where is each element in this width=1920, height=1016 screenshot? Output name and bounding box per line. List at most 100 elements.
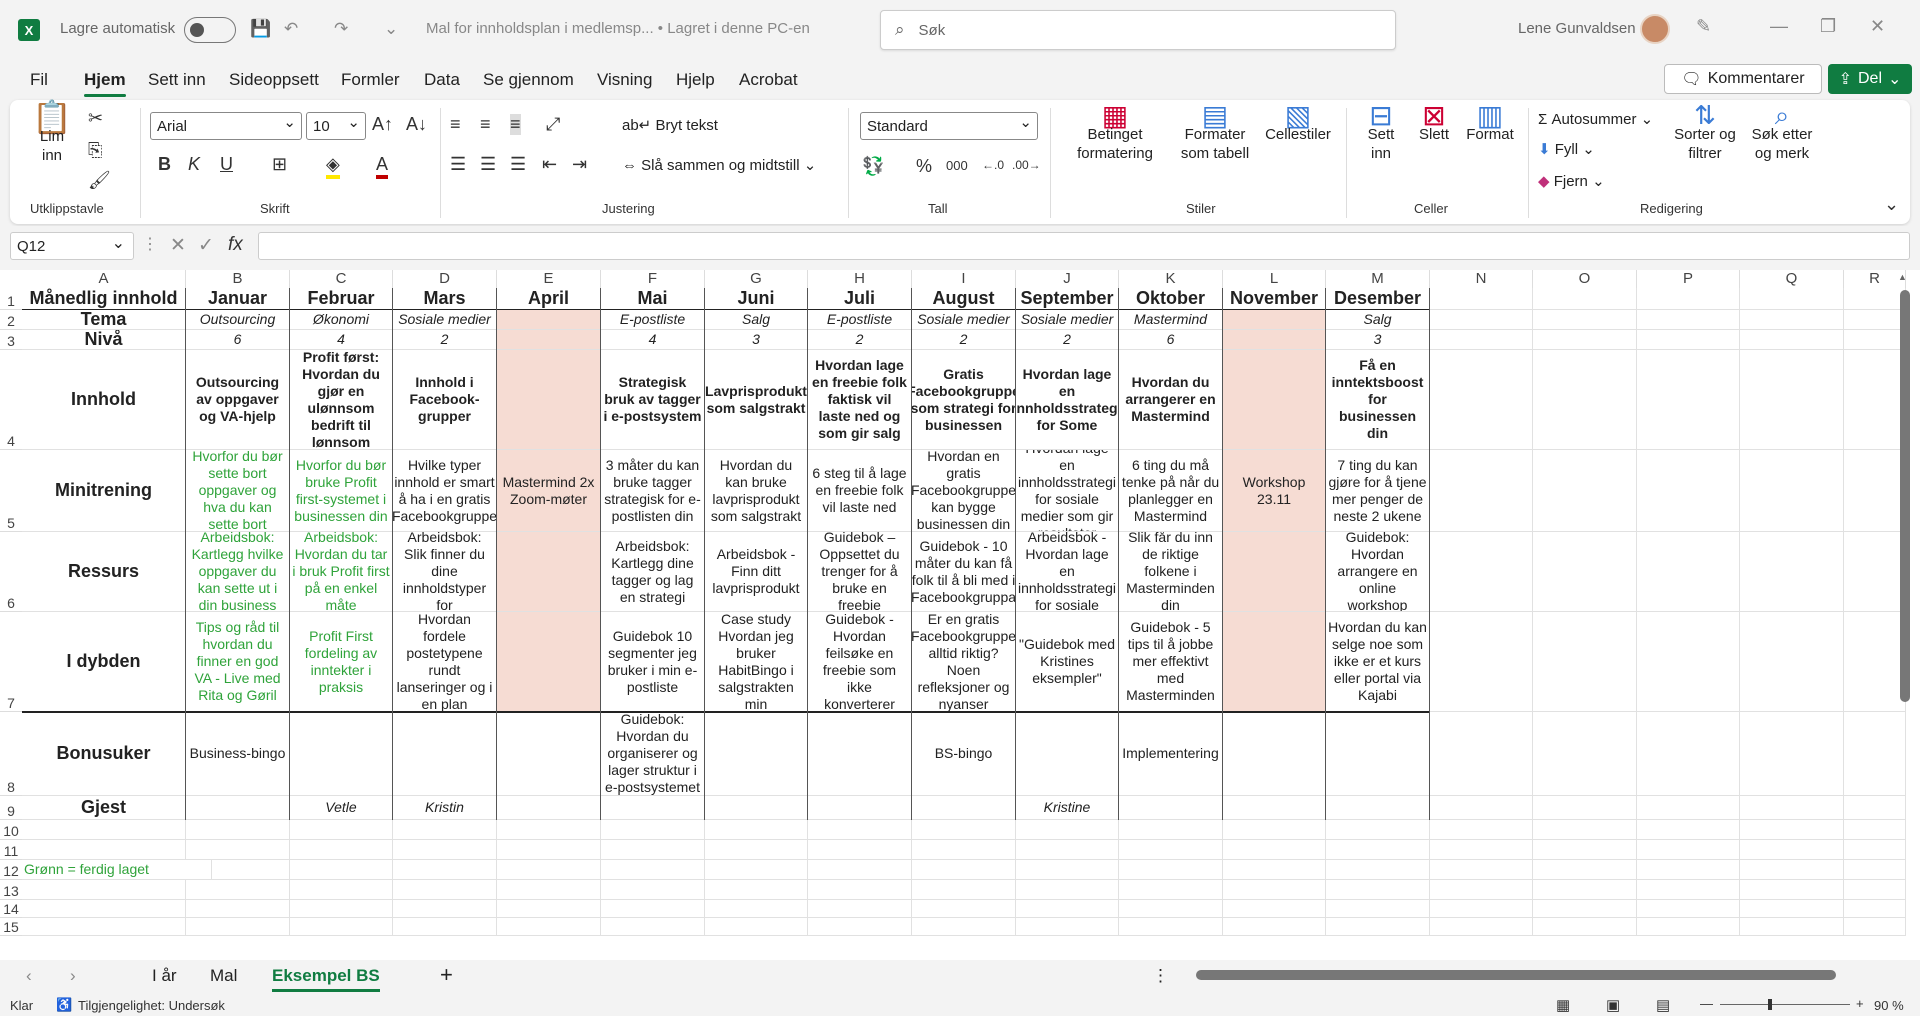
bonusuker-cell[interactable] — [497, 712, 601, 796]
cell[interactable] — [290, 820, 393, 840]
cell[interactable] — [290, 860, 393, 880]
formula-input[interactable] — [258, 232, 1910, 260]
niva-cell[interactable]: 2 — [393, 330, 497, 350]
cell[interactable] — [1637, 330, 1740, 350]
cell[interactable] — [1533, 310, 1637, 330]
innhold-cell[interactable]: Profit først: Hvordan du gjør en ulønnso… — [290, 350, 393, 450]
idybden-cell[interactable]: Profit First fordeling av inntekter i pr… — [290, 612, 393, 712]
menu-fil[interactable]: Fil — [30, 70, 48, 90]
bonusuker-cell[interactable]: BS-bingo — [912, 712, 1016, 796]
innhold-cell[interactable]: Få en inntektsboost for businessen din — [1326, 350, 1430, 450]
align-bottom-icon[interactable]: ≡ — [510, 114, 521, 135]
innhold-cell[interactable]: Innhold i Facebook-grupper — [393, 350, 497, 450]
font-color-icon[interactable]: A — [376, 154, 389, 179]
gjest-cell[interactable]: Vetle — [290, 796, 393, 820]
gjest-cell[interactable]: Kristin — [393, 796, 497, 820]
menu-sideoppsett[interactable]: Sideoppsett — [229, 70, 319, 90]
month-header[interactable]: April — [497, 288, 601, 310]
gjest-cell[interactable] — [601, 796, 705, 820]
gjest-cell[interactable] — [1326, 796, 1430, 820]
cell[interactable] — [497, 860, 601, 880]
comma-style-icon[interactable]: 000 — [946, 158, 968, 173]
cell[interactable] — [497, 880, 601, 900]
ressurs-cell[interactable]: Arbeidsbok: Hvordan du tar i bruk Profit… — [290, 532, 393, 612]
cell[interactable] — [1637, 350, 1740, 450]
idybden-cell[interactable]: Hvordan fordele postetypene rundt lanser… — [393, 612, 497, 712]
note-cell[interactable]: Grønn = ferdig laget — [22, 860, 212, 880]
minitrening-cell[interactable]: 6 steg til å lage en freebie folk vil la… — [808, 450, 912, 532]
cell[interactable] — [1637, 918, 1740, 936]
cell[interactable] — [1844, 310, 1906, 330]
insert-function-icon[interactable]: fx — [228, 234, 243, 256]
tab-i-ar[interactable]: I år — [152, 966, 177, 986]
bold-icon[interactable]: B — [158, 154, 171, 175]
minitrening-cell[interactable]: Hvorfor du bør bruke Profit first-system… — [290, 450, 393, 532]
document-title[interactable]: Mal for innholdsplan i medlemsp... • Lag… — [426, 20, 810, 37]
cell[interactable] — [1740, 532, 1844, 612]
autosave-toggle[interactable] — [184, 17, 236, 43]
row-header[interactable]: 9 — [0, 796, 22, 820]
row-label-cell[interactable]: Tema — [22, 310, 186, 330]
avatar[interactable] — [1640, 14, 1670, 44]
column-header[interactable]: M — [1326, 270, 1430, 288]
customize-qat-icon[interactable]: ⌄ — [384, 19, 398, 39]
column-header[interactable]: Q — [1740, 270, 1844, 288]
minitrening-cell[interactable]: Hvilke typer innhold er smart å ha i en … — [393, 450, 497, 532]
search-box[interactable]: ⌕ Søk — [880, 10, 1396, 50]
cell[interactable] — [1016, 860, 1119, 880]
format-as-table-button[interactable]: ▤ Formater som tabell — [1170, 102, 1260, 163]
minitrening-cell[interactable]: Hvordan en gratis Facebookgruppe kan byg… — [912, 450, 1016, 532]
cell[interactable] — [601, 820, 705, 840]
align-center-icon[interactable]: ☰ — [480, 154, 496, 175]
more-options-icon[interactable]: ⋮ — [1152, 966, 1169, 986]
menu-acrobat[interactable]: Acrobat — [739, 70, 798, 90]
cell[interactable] — [1844, 612, 1906, 712]
cell[interactable] — [1430, 532, 1533, 612]
row-header[interactable]: 8 — [0, 712, 22, 796]
enter-icon[interactable]: ✓ — [198, 234, 214, 257]
niva-cell[interactable]: 6 — [186, 330, 290, 350]
minitrening-cell[interactable]: Hvorfor du bør sette bort oppgaver og hv… — [186, 450, 290, 532]
cell[interactable] — [1326, 900, 1430, 918]
cell[interactable] — [1637, 310, 1740, 330]
gjest-cell[interactable] — [808, 796, 912, 820]
tema-cell[interactable]: Outsourcing — [186, 310, 290, 330]
menu-se-gjennom[interactable]: Se gjennom — [483, 70, 574, 90]
niva-cell[interactable]: 2 — [808, 330, 912, 350]
ressurs-cell[interactable]: Arbeidsbok: Kartlegg dine tagger og lag … — [601, 532, 705, 612]
align-middle-icon[interactable]: ≡ — [480, 114, 491, 135]
row-header[interactable]: 1 — [0, 288, 22, 310]
next-sheet-icon[interactable]: › — [70, 966, 76, 986]
niva-cell[interactable]: 4 — [601, 330, 705, 350]
zoom-slider[interactable] — [1720, 1004, 1850, 1005]
horizontal-scrollbar[interactable] — [1196, 970, 1836, 980]
bonusuker-cell[interactable]: Business-bingo — [186, 712, 290, 796]
share-button[interactable]: ⇪ Del ⌄ — [1828, 64, 1912, 94]
ressurs-cell[interactable] — [497, 532, 601, 612]
bonusuker-cell[interactable] — [393, 712, 497, 796]
row-header[interactable]: 12 — [0, 860, 22, 880]
cell[interactable] — [1533, 918, 1637, 936]
innhold-cell[interactable] — [497, 350, 601, 450]
gjest-cell[interactable]: Kristine — [1016, 796, 1119, 820]
cell[interactable] — [1844, 840, 1906, 860]
cell[interactable] — [1430, 450, 1533, 532]
tema-cell[interactable]: Salg — [1326, 310, 1430, 330]
cell[interactable] — [1844, 288, 1906, 310]
cell[interactable] — [1533, 796, 1637, 820]
idybden-cell[interactable]: Guidebok - 5 tips til å jobbe mer effekt… — [1119, 612, 1223, 712]
cell[interactable] — [186, 900, 290, 918]
column-header[interactable]: D — [393, 270, 497, 288]
cell[interactable] — [1637, 900, 1740, 918]
cell[interactable] — [912, 860, 1016, 880]
zoom-level[interactable]: 90 % — [1874, 998, 1904, 1013]
cell[interactable] — [1533, 532, 1637, 612]
cell[interactable] — [1740, 840, 1844, 860]
number-format-select[interactable]: Standard — [860, 112, 1038, 140]
pen-icon[interactable]: ✎ — [1696, 16, 1711, 37]
increase-indent-icon[interactable]: ⇥ — [572, 154, 587, 175]
zoom-in-icon[interactable]: + — [1856, 996, 1864, 1011]
cell[interactable] — [1844, 900, 1906, 918]
column-header[interactable]: E — [497, 270, 601, 288]
cell[interactable] — [808, 880, 912, 900]
